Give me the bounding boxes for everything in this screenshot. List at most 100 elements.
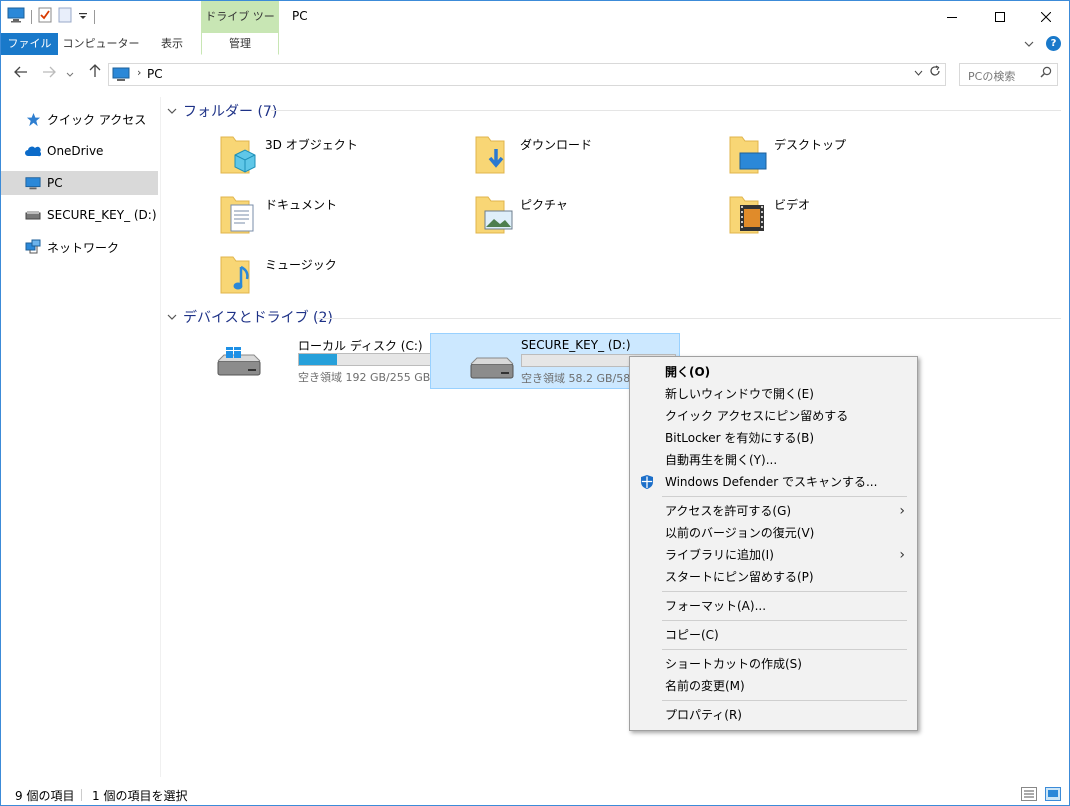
forward-arrow-icon[interactable] (39, 63, 59, 85)
pictures-folder-icon (475, 196, 513, 234)
menu-item-defender-scan[interactable]: Windows Defender でスキャンする... (632, 471, 915, 493)
menu-item-open-new-window[interactable]: 新しいウィンドウで開く(E) (632, 383, 915, 405)
menu-item-enable-bitlocker[interactable]: BitLocker を有効にする(B) (632, 427, 915, 449)
back-arrow-icon[interactable] (11, 63, 31, 85)
address-bar[interactable]: › PC (108, 63, 946, 86)
refresh-icon[interactable] (929, 65, 941, 81)
drive-icon (25, 207, 41, 223)
selected-count: 1 個の項目を選択 (92, 789, 188, 803)
ribbon-controls: ? (1024, 36, 1061, 51)
drive-name: ローカル ディスク (C:) (298, 339, 423, 353)
drive-c[interactable]: ローカル ディスク (C:) 空き領域 192 GB/255 GB (208, 333, 458, 389)
menu-separator (662, 700, 907, 701)
qat-divider (94, 9, 95, 24)
folder-desktop[interactable]: デスクトップ (728, 133, 928, 185)
search-placeholder: PCの検索 (968, 70, 1016, 83)
folder-downloads[interactable]: ダウンロード (474, 133, 674, 185)
content-pane: フォルダー (7) 3D オブジェクト ダウンロード デスクトップ ドキュメント… (161, 97, 1069, 777)
search-input[interactable]: PCの検索 (959, 63, 1058, 86)
menu-item-pin-to-start[interactable]: スタートにピン留めする(P) (632, 566, 915, 588)
tab-file[interactable]: ファイル (1, 33, 58, 55)
menu-item-include-in-library[interactable]: ライブラリに追加(I) › (632, 544, 915, 566)
menu-item-copy[interactable]: コピー(C) (632, 624, 915, 646)
folders-group-header[interactable]: フォルダー (7) (167, 101, 277, 121)
close-button[interactable] (1023, 1, 1069, 33)
sidebar-item-label: OneDrive (47, 144, 104, 158)
sidebar-item-secure-key-drive[interactable]: SECURE_KEY_ (D:) (1, 203, 158, 227)
drive-free-space: 空き領域 192 GB/255 GB (298, 371, 431, 384)
menu-item-pin-quick-access[interactable]: クイック アクセスにピン留めする (632, 405, 915, 427)
menu-item-create-shortcut[interactable]: ショートカットの作成(S) (632, 653, 915, 675)
details-view-icon[interactable] (1021, 787, 1037, 804)
drive-free-space: 空き領域 58.2 GB/58. (521, 372, 634, 385)
cloud-icon (25, 143, 41, 159)
computer-icon (112, 67, 130, 85)
drive-usage-fill (299, 354, 338, 365)
folder-label: ピクチャ (520, 198, 568, 212)
large-icons-view-icon[interactable] (1045, 787, 1061, 804)
menu-item-give-access[interactable]: アクセスを許可する(G) › (632, 500, 915, 522)
qat-divider (31, 9, 32, 24)
computer-icon (25, 175, 41, 191)
up-arrow-icon[interactable] (85, 63, 105, 85)
drives-group-header[interactable]: デバイスとドライブ (2) (167, 307, 333, 327)
3d-objects-folder-icon (220, 136, 256, 174)
folder-label: デスクトップ (774, 138, 847, 152)
collapse-chevron-icon[interactable] (167, 105, 177, 118)
view-buttons (1021, 787, 1061, 804)
menu-item-rename[interactable]: 名前の変更(M) (632, 675, 915, 697)
recent-locations-chevron-icon[interactable] (63, 63, 77, 85)
downloads-folder-icon (475, 136, 505, 174)
customize-qat-icon[interactable] (78, 10, 88, 24)
submenu-arrow-icon: › (899, 547, 905, 563)
menu-item-properties[interactable]: プロパティ(R) (632, 704, 915, 726)
sidebar-item-pc[interactable]: PC (1, 171, 158, 195)
folder-music[interactable]: ミュージック (219, 253, 419, 305)
context-menu: 開く(O) 新しいウィンドウで開く(E) クイック アクセスにピン留めする Bi… (629, 356, 918, 731)
folder-videos[interactable]: ビデオ (728, 193, 928, 245)
properties-check-icon[interactable] (38, 7, 52, 26)
tab-manage[interactable]: 管理 (201, 33, 279, 55)
folder-label: ドキュメント (265, 198, 338, 212)
minimize-button[interactable] (929, 1, 975, 33)
status-divider (81, 789, 82, 801)
help-icon[interactable]: ? (1046, 36, 1061, 51)
sidebar-item-onedrive[interactable]: OneDrive (1, 139, 158, 163)
menu-item-open[interactable]: 開く(O) (632, 361, 915, 383)
collapse-chevron-icon[interactable] (167, 311, 177, 324)
folder-pictures[interactable]: ピクチャ (474, 193, 674, 245)
documents-folder-icon (220, 196, 254, 234)
search-icon[interactable] (1040, 66, 1052, 81)
breadcrumb-pc[interactable]: PC (147, 67, 163, 81)
tab-view[interactable]: 表示 (149, 33, 195, 55)
folder-documents[interactable]: ドキュメント (219, 193, 419, 245)
desktop-folder-icon (729, 136, 767, 174)
new-folder-icon[interactable] (58, 7, 72, 26)
sidebar-item-label: PC (47, 176, 63, 190)
sidebar-item-quick-access[interactable]: クイック アクセス (1, 107, 158, 131)
menu-item-restore-previous-versions[interactable]: 以前のバージョンの復元(V) (632, 522, 915, 544)
menu-item-label: Windows Defender でスキャンする... (665, 475, 878, 489)
drive-tools-context-tab: ドライブ ツール (201, 1, 279, 55)
sidebar-item-label: SECURE_KEY_ (D:) (47, 208, 157, 222)
windows-defender-shield-icon (639, 474, 655, 497)
window-title: PC (292, 9, 308, 23)
folder-3d-objects[interactable]: 3D オブジェクト (219, 133, 419, 185)
computer-icon[interactable] (7, 7, 25, 26)
maximize-button[interactable] (977, 1, 1023, 33)
group-divider (317, 318, 1061, 319)
menu-item-open-autoplay[interactable]: 自動再生を開く(Y)... (632, 449, 915, 471)
navigation-bar: › PC PCの検索 (1, 59, 1069, 89)
address-dropdown-icon[interactable] (914, 66, 923, 79)
sidebar-item-label: クイック アクセス (47, 112, 147, 127)
item-count: 9 個の項目 (15, 789, 75, 803)
breadcrumb-chevron-icon[interactable]: › (137, 66, 141, 79)
tab-computer[interactable]: コンピューター (61, 33, 141, 55)
quick-access-toolbar (7, 7, 95, 26)
menu-item-format[interactable]: フォーマット(A)... (632, 595, 915, 617)
drives-group-title: デバイスとドライブ (2) (183, 310, 333, 326)
folder-label: ダウンロード (520, 138, 593, 152)
group-divider (271, 110, 1061, 111)
sidebar-item-network[interactable]: ネットワーク (1, 235, 158, 259)
expand-ribbon-icon[interactable] (1024, 37, 1034, 51)
